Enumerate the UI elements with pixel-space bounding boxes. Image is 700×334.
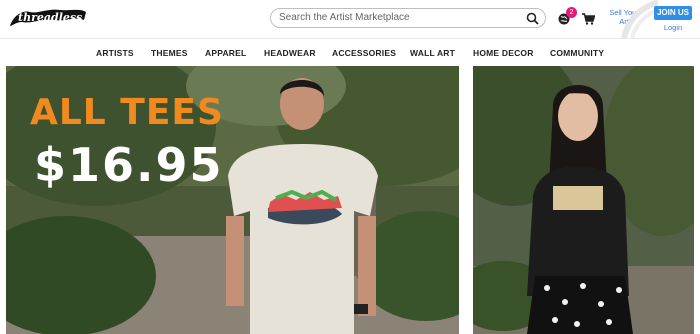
- nav-item-themes[interactable]: THEMES: [151, 48, 188, 58]
- threadless-logo[interactable]: threadless: [8, 4, 88, 32]
- main-nav: ARTISTS THEMES APPAREL HEADWEAR ACCESSOR…: [0, 38, 700, 66]
- promo-price: $16.95: [34, 138, 224, 192]
- nav-item-apparel[interactable]: APPAREL: [205, 48, 246, 58]
- site-header: threadless Search the Artist Marketplace…: [0, 0, 700, 39]
- nav-item-headwear[interactable]: HEADWEAR: [264, 48, 316, 58]
- login-link[interactable]: Login: [658, 23, 688, 32]
- promo-headline: ALL TEES: [30, 92, 224, 133]
- nav-item-accessories[interactable]: ACCESSORIES: [332, 48, 396, 58]
- hero-photo-woman: [473, 66, 694, 334]
- hero-banner-tees[interactable]: ALL TEES $16.95: [6, 66, 459, 334]
- search-input[interactable]: Search the Artist Marketplace: [279, 12, 410, 23]
- notification-badge: 2: [566, 7, 577, 18]
- nav-item-home-decor[interactable]: HOME DECOR: [473, 48, 534, 58]
- nav-item-artists[interactable]: ARTISTS: [96, 48, 134, 58]
- search-bar[interactable]: Search the Artist Marketplace: [270, 8, 546, 28]
- decorative-swoosh: [618, 0, 660, 39]
- nav-item-community[interactable]: COMMUNITY: [550, 48, 604, 58]
- join-us-button[interactable]: JOIN US: [654, 6, 692, 20]
- cart-icon[interactable]: [582, 12, 596, 25]
- hero-banner-secondary[interactable]: [473, 66, 694, 334]
- nav-item-wall-art[interactable]: WALL ART: [410, 48, 455, 58]
- svg-text:threadless: threadless: [18, 11, 82, 24]
- search-icon[interactable]: [526, 12, 539, 25]
